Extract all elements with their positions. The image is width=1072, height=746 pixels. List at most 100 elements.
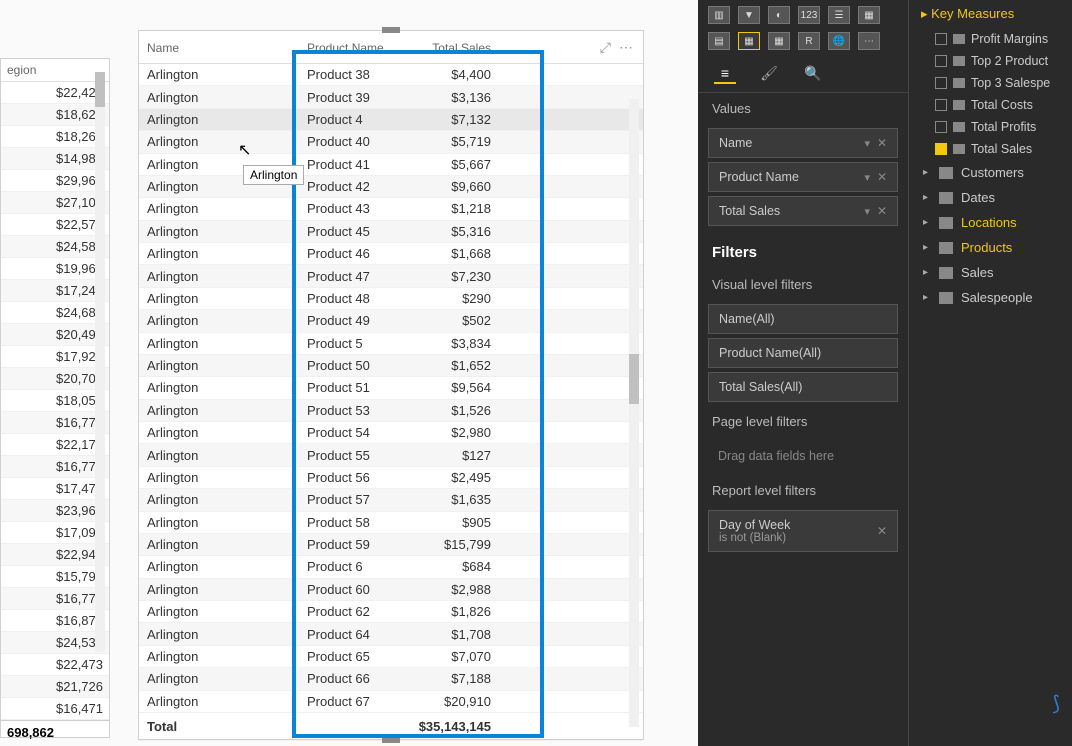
left-table-cell[interactable]: $22,425 bbox=[1, 82, 109, 104]
checkbox-icon[interactable] bbox=[935, 143, 947, 155]
left-table-header[interactable]: egion bbox=[1, 59, 109, 82]
cell-name[interactable]: Arlington bbox=[139, 86, 299, 108]
chevron-right-icon[interactable]: ▸ bbox=[923, 217, 931, 228]
left-table-cell[interactable]: $24,585 bbox=[1, 236, 109, 258]
cell-sales[interactable]: $684 bbox=[399, 556, 499, 578]
cell-sales[interactable]: $7,230 bbox=[399, 265, 499, 287]
viz-import-icon[interactable]: ⋯ bbox=[858, 32, 880, 50]
left-table-cell[interactable]: $18,264 bbox=[1, 126, 109, 148]
left-table-cell[interactable]: $29,964 bbox=[1, 170, 109, 192]
cell-name[interactable]: Arlington bbox=[139, 198, 299, 220]
more-options-icon[interactable]: ⋯ bbox=[619, 39, 633, 56]
cell-product[interactable]: Product 57 bbox=[299, 489, 399, 511]
cell-product[interactable]: Product 48 bbox=[299, 287, 399, 309]
cell-sales[interactable]: $9,564 bbox=[399, 377, 499, 399]
cell-sales[interactable]: $20,910 bbox=[399, 690, 499, 712]
cell-product[interactable]: Product 55 bbox=[299, 444, 399, 466]
cell-product[interactable]: Product 40 bbox=[299, 131, 399, 153]
cell-name[interactable]: Arlington bbox=[139, 578, 299, 600]
cell-product[interactable]: Product 65 bbox=[299, 645, 399, 667]
left-table-cell[interactable]: $27,104 bbox=[1, 192, 109, 214]
table-row[interactable]: ArlingtonProduct 58$905 bbox=[139, 511, 643, 533]
field-measure[interactable]: Top 3 Salespe bbox=[909, 72, 1072, 94]
visual-filter-item[interactable]: Total Sales(All) bbox=[708, 372, 898, 402]
cell-product[interactable]: Product 53 bbox=[299, 399, 399, 421]
field-well[interactable]: Name▾ ✕ bbox=[708, 128, 898, 158]
left-table-cell[interactable]: $19,960 bbox=[1, 258, 109, 280]
viz-stacked-bar-icon[interactable]: ▥ bbox=[708, 6, 730, 24]
main-scroll-thumb[interactable] bbox=[629, 354, 639, 404]
analytics-mode-icon[interactable]: 🔍 bbox=[802, 64, 824, 84]
field-measure[interactable]: Total Sales bbox=[909, 138, 1072, 160]
checkbox-icon[interactable] bbox=[935, 77, 947, 89]
cell-product[interactable]: Product 43 bbox=[299, 198, 399, 220]
chevron-down-icon[interactable]: ▾ bbox=[864, 206, 870, 218]
cell-product[interactable]: Product 5 bbox=[299, 332, 399, 354]
cell-name[interactable]: Arlington bbox=[139, 533, 299, 555]
table-row[interactable]: ArlingtonProduct 59$15,799 bbox=[139, 533, 643, 555]
cell-product[interactable]: Product 42 bbox=[299, 175, 399, 197]
cell-sales[interactable]: $5,667 bbox=[399, 153, 499, 175]
cell-name[interactable]: Arlington bbox=[139, 243, 299, 265]
col-product[interactable]: Product Name bbox=[299, 31, 399, 64]
cell-name[interactable]: Arlington bbox=[139, 623, 299, 645]
cell-product[interactable]: Product 41 bbox=[299, 153, 399, 175]
col-sales[interactable]: Total Sales bbox=[399, 31, 499, 64]
left-table-cell[interactable]: $17,928 bbox=[1, 346, 109, 368]
table-row[interactable]: ArlingtonProduct 57$1,635 bbox=[139, 489, 643, 511]
left-scroll-thumb[interactable] bbox=[95, 72, 105, 107]
cell-sales[interactable]: $3,834 bbox=[399, 332, 499, 354]
cell-product[interactable]: Product 54 bbox=[299, 422, 399, 444]
left-table-cell[interactable]: $16,772 bbox=[1, 412, 109, 434]
table-row[interactable]: ArlingtonProduct 50$1,652 bbox=[139, 354, 643, 376]
cell-sales[interactable]: $1,668 bbox=[399, 243, 499, 265]
cell-product[interactable]: Product 50 bbox=[299, 354, 399, 376]
cell-sales[interactable]: $1,826 bbox=[399, 601, 499, 623]
left-table-cell[interactable]: $22,940 bbox=[1, 544, 109, 566]
cell-name[interactable]: Arlington bbox=[139, 668, 299, 690]
cell-name[interactable]: Arlington bbox=[139, 511, 299, 533]
cell-product[interactable]: Product 46 bbox=[299, 243, 399, 265]
remove-field-icon[interactable]: ✕ bbox=[877, 170, 887, 184]
left-table-cell[interactable]: $17,248 bbox=[1, 280, 109, 302]
table-row[interactable]: ArlingtonProduct 46$1,668 bbox=[139, 243, 643, 265]
left-table-cell[interactable]: $20,496 bbox=[1, 324, 109, 346]
table-row[interactable]: ArlingtonProduct 55$127 bbox=[139, 444, 643, 466]
table-row[interactable]: ArlingtonProduct 40$5,719 bbox=[139, 131, 643, 153]
left-table-cell[interactable]: $15,799 bbox=[1, 566, 109, 588]
table-row[interactable]: ArlingtonProduct 60$2,988 bbox=[139, 578, 643, 600]
table-row[interactable]: ArlingtonProduct 62$1,826 bbox=[139, 601, 643, 623]
visualizations-pane[interactable]: ▥ ▼ ◐ 123 ☰ ▦ ▤ ▦ ▦ R 🌐 ⋯ ≡ 🖌 🔍 Values N… bbox=[698, 0, 908, 746]
field-measure[interactable]: Top 2 Product bbox=[909, 50, 1072, 72]
main-data-table[interactable]: Name Product Name Total Sales ArlingtonP… bbox=[139, 31, 643, 741]
cell-name[interactable]: Arlington bbox=[139, 422, 299, 444]
cell-product[interactable]: Product 60 bbox=[299, 578, 399, 600]
remove-filter-icon[interactable]: ✕ bbox=[877, 524, 887, 538]
cell-sales[interactable]: $5,719 bbox=[399, 131, 499, 153]
left-table-cell[interactable]: $17,091 bbox=[1, 522, 109, 544]
table-row[interactable]: ArlingtonProduct 42$9,660 bbox=[139, 175, 643, 197]
cell-name[interactable]: Arlington bbox=[139, 265, 299, 287]
left-table-cell[interactable]: $16,772 bbox=[1, 588, 109, 610]
cell-name[interactable]: Arlington bbox=[139, 332, 299, 354]
field-table[interactable]: ▸Sales bbox=[909, 260, 1072, 285]
cell-name[interactable]: Arlington bbox=[139, 645, 299, 667]
table-row[interactable]: ArlingtonProduct 56$2,495 bbox=[139, 466, 643, 488]
table-row[interactable]: ArlingtonProduct 45$5,316 bbox=[139, 220, 643, 242]
cell-sales[interactable]: $2,980 bbox=[399, 422, 499, 444]
field-measure[interactable]: Total Costs bbox=[909, 94, 1072, 116]
table-row[interactable]: ArlingtonProduct 51$9,564 bbox=[139, 377, 643, 399]
left-scrollbar[interactable] bbox=[95, 72, 105, 652]
cell-product[interactable]: Product 39 bbox=[299, 86, 399, 108]
cell-sales[interactable]: $9,660 bbox=[399, 175, 499, 197]
cell-product[interactable]: Product 49 bbox=[299, 310, 399, 332]
cell-sales[interactable]: $7,070 bbox=[399, 645, 499, 667]
cell-name[interactable]: Arlington bbox=[139, 310, 299, 332]
cell-product[interactable]: Product 4 bbox=[299, 108, 399, 130]
cell-product[interactable]: Product 51 bbox=[299, 377, 399, 399]
cell-name[interactable]: Arlington bbox=[139, 399, 299, 421]
cell-product[interactable]: Product 66 bbox=[299, 668, 399, 690]
field-well[interactable]: Product Name▾ ✕ bbox=[708, 162, 898, 192]
cell-name[interactable]: Arlington bbox=[139, 489, 299, 511]
cell-product[interactable]: Product 47 bbox=[299, 265, 399, 287]
